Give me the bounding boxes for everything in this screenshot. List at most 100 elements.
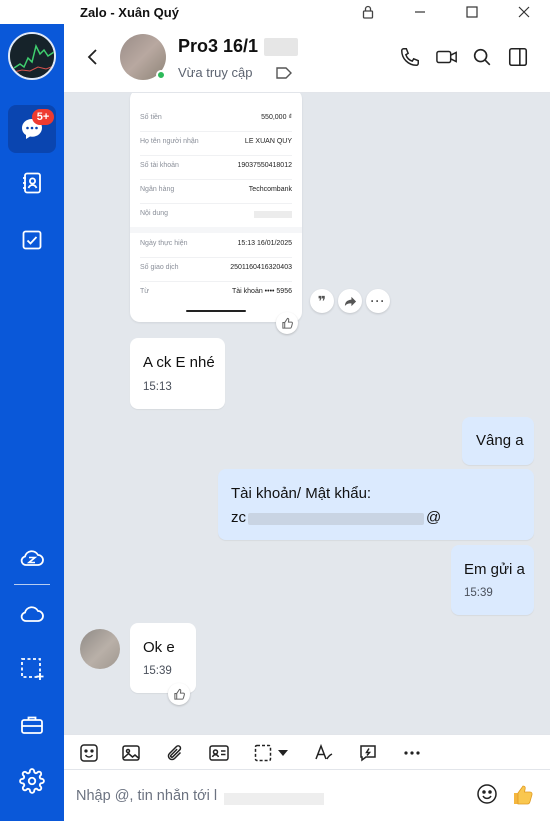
sidebar: 5+ <box>0 0 64 821</box>
screen-capture-options-button[interactable] <box>276 741 290 765</box>
more-icon: ··· <box>370 294 386 308</box>
send-like-button[interactable] <box>511 783 535 812</box>
thumbs-up-icon <box>514 785 533 805</box>
receipt-row: Ngân hàng Techcombank <box>130 179 302 203</box>
receipt-value: 19037550418012 <box>237 162 292 169</box>
message-bubble-outgoing[interactable]: Em gửi a 15:39 <box>451 545 534 615</box>
like-reaction-button[interactable] <box>276 312 298 334</box>
phone-icon <box>401 48 419 66</box>
sticker-button[interactable] <box>77 741 101 765</box>
receipt-label: Số tiền <box>140 114 162 121</box>
video-icon <box>436 50 457 64</box>
maximize-button[interactable] <box>447 0 497 24</box>
screen-capture-icon <box>254 744 272 762</box>
receipt-home-indicator <box>186 310 246 312</box>
receipt-row: Số tài khoản 19037550418012 <box>130 155 302 179</box>
zcloud-icon <box>20 550 44 566</box>
receipt-row: Nội dung <box>130 203 302 227</box>
close-icon <box>518 6 530 18</box>
more-options-button[interactable] <box>400 741 424 765</box>
minimize-button[interactable] <box>395 0 445 24</box>
composer <box>64 770 550 821</box>
quote-icon: ❞ <box>317 292 327 309</box>
nav-cloud[interactable] <box>8 590 56 638</box>
receipt-row: Từ Tài khoản •••• 5956 <box>130 281 302 305</box>
nav-toolbox[interactable] <box>8 701 56 749</box>
nav-zcloud[interactable] <box>8 534 56 582</box>
receipt-value: 2501160416320403 <box>230 264 292 271</box>
chevron-left-icon <box>87 49 97 65</box>
more-actions-button[interactable]: ··· <box>366 289 390 313</box>
title-bar: Zalo - Xuân Quý <box>0 0 550 24</box>
message-text-line: zc <box>231 509 246 526</box>
receipt-value: Tài khoản •••• 5956 <box>231 288 292 295</box>
screenshot-icon <box>21 658 44 680</box>
search-button[interactable] <box>471 46 493 73</box>
text-format-button[interactable] <box>312 741 336 765</box>
message-time: 15:39 <box>143 665 172 677</box>
back-button[interactable] <box>82 46 104 73</box>
sender-avatar[interactable] <box>80 629 120 669</box>
tag-button[interactable] <box>275 66 293 85</box>
search-icon <box>473 48 491 66</box>
receipt-label: Nội dung <box>140 210 169 217</box>
message-text: Em gửi a <box>464 561 525 578</box>
conversation-header: Pro3 16/1 Vừa truy cập <box>64 24 550 93</box>
gear-icon <box>19 768 45 794</box>
receipt-label: Số giao dịch <box>140 264 179 271</box>
voice-call-button[interactable] <box>399 46 421 73</box>
receipt-value: 550,000 ₫ <box>261 114 292 121</box>
nav-messages[interactable]: 5+ <box>8 105 56 153</box>
message-bubble-outgoing[interactable]: Vâng a <box>462 417 534 465</box>
image-button[interactable] <box>119 741 143 765</box>
receipt-value: Techcombank <box>248 186 292 193</box>
minimize-icon <box>415 11 425 13</box>
message-bubble-incoming[interactable]: A ck E nhé 15:13 <box>130 338 225 409</box>
message-bubble-outgoing[interactable]: Tài khoản/ Mật khẩu: zc @ <box>218 469 534 540</box>
message-time: 15:13 <box>143 381 172 393</box>
lock-button[interactable] <box>343 0 393 24</box>
message-bubble-incoming[interactable]: Ok e 15:39 <box>130 623 196 693</box>
nav-settings[interactable] <box>8 757 56 805</box>
online-indicator <box>156 70 166 80</box>
business-card-button[interactable] <box>207 741 231 765</box>
receipt-image-message[interactable]: Số tiền 550,000 ₫ Họ tên người nhận LE X… <box>130 93 302 322</box>
conversation-name[interactable]: Pro3 16/1 <box>178 36 258 57</box>
nav-screenshot[interactable] <box>8 645 56 693</box>
message-time: 15:39 <box>464 587 493 599</box>
user-avatar[interactable] <box>8 32 56 80</box>
quote-button[interactable]: ❞ <box>310 289 334 313</box>
like-reaction-button[interactable] <box>168 683 190 705</box>
recipient-redaction <box>224 793 324 805</box>
video-call-button[interactable] <box>435 46 459 73</box>
receipt-row: Số tiền 550,000 ₫ <box>130 107 302 131</box>
receipt-value: LE XUAN QUY <box>244 138 292 145</box>
emoji-button[interactable] <box>476 783 498 810</box>
message-list[interactable]: Số tiền 550,000 ₫ Họ tên người nhận LE X… <box>64 93 550 734</box>
nav-todo[interactable] <box>8 216 56 264</box>
composer-toolbar <box>64 734 550 770</box>
close-button[interactable] <box>499 0 549 24</box>
screen-capture-button[interactable] <box>251 741 275 765</box>
sidebar-divider <box>14 584 50 585</box>
window-title: Zalo - Xuân Quý <box>80 5 179 20</box>
conversation-info-button[interactable] <box>507 46 529 73</box>
quick-message-button[interactable] <box>356 741 380 765</box>
forward-button[interactable] <box>338 289 362 313</box>
receipt-value: 15:13 16/01/2025 <box>237 240 293 247</box>
receipt-row: Họ tên người nhận LE XUAN QUY <box>130 131 302 155</box>
messages-badge: 5+ <box>32 109 54 125</box>
caret-down-icon <box>278 750 288 756</box>
receipt-label: Từ <box>140 288 149 295</box>
receipt-label: Ngày thực hiện <box>140 240 188 247</box>
receipt-redaction <box>254 211 292 218</box>
paperclip-icon <box>167 745 182 761</box>
nav-contacts[interactable] <box>8 159 56 207</box>
receipt-row: Số giao dịch 2501160416320403 <box>130 257 302 281</box>
attach-file-button[interactable] <box>163 741 187 765</box>
forward-icon <box>344 296 356 306</box>
conversation-status: Vừa truy cập <box>178 65 253 80</box>
contacts-icon <box>23 172 41 194</box>
contact-card-icon <box>209 745 229 761</box>
image-icon <box>122 745 140 761</box>
